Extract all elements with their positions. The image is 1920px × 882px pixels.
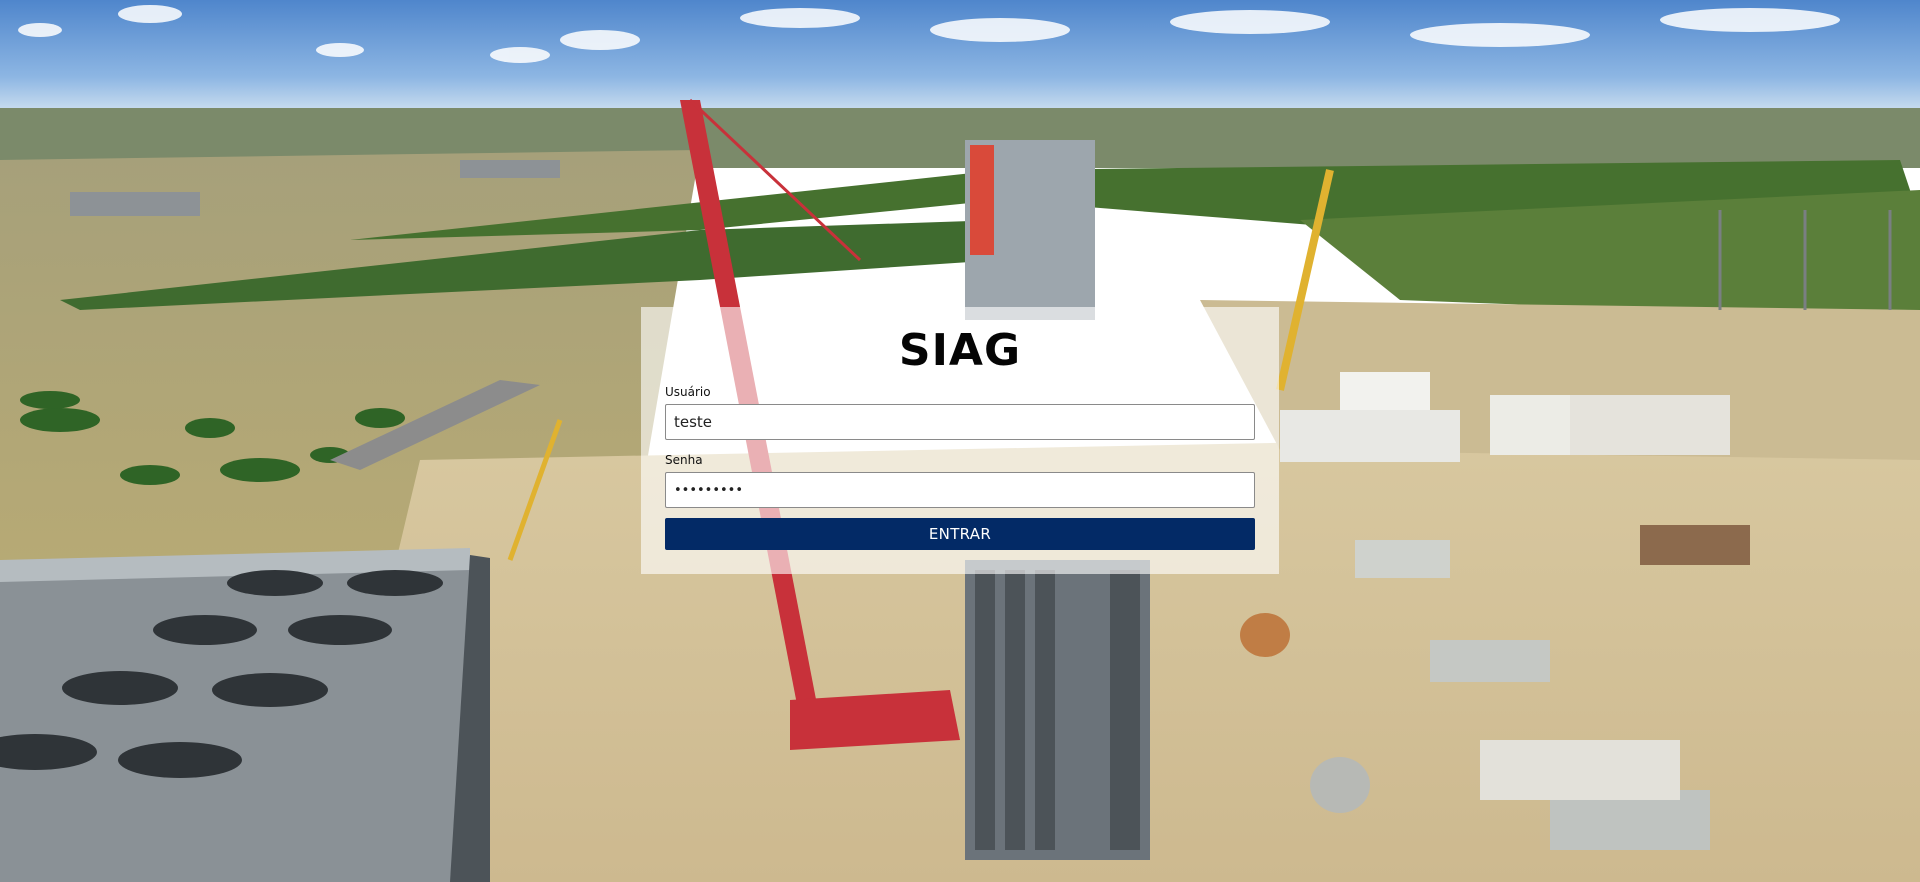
login-panel: SIAG Usuário Senha ENTRAR	[641, 307, 1279, 574]
username-input[interactable]	[665, 404, 1255, 440]
password-input[interactable]	[665, 472, 1255, 508]
password-label: Senha	[665, 453, 703, 467]
app-title: SIAG	[898, 325, 1022, 376]
login-button[interactable]: ENTRAR	[665, 518, 1255, 550]
username-label: Usuário	[665, 385, 711, 399]
